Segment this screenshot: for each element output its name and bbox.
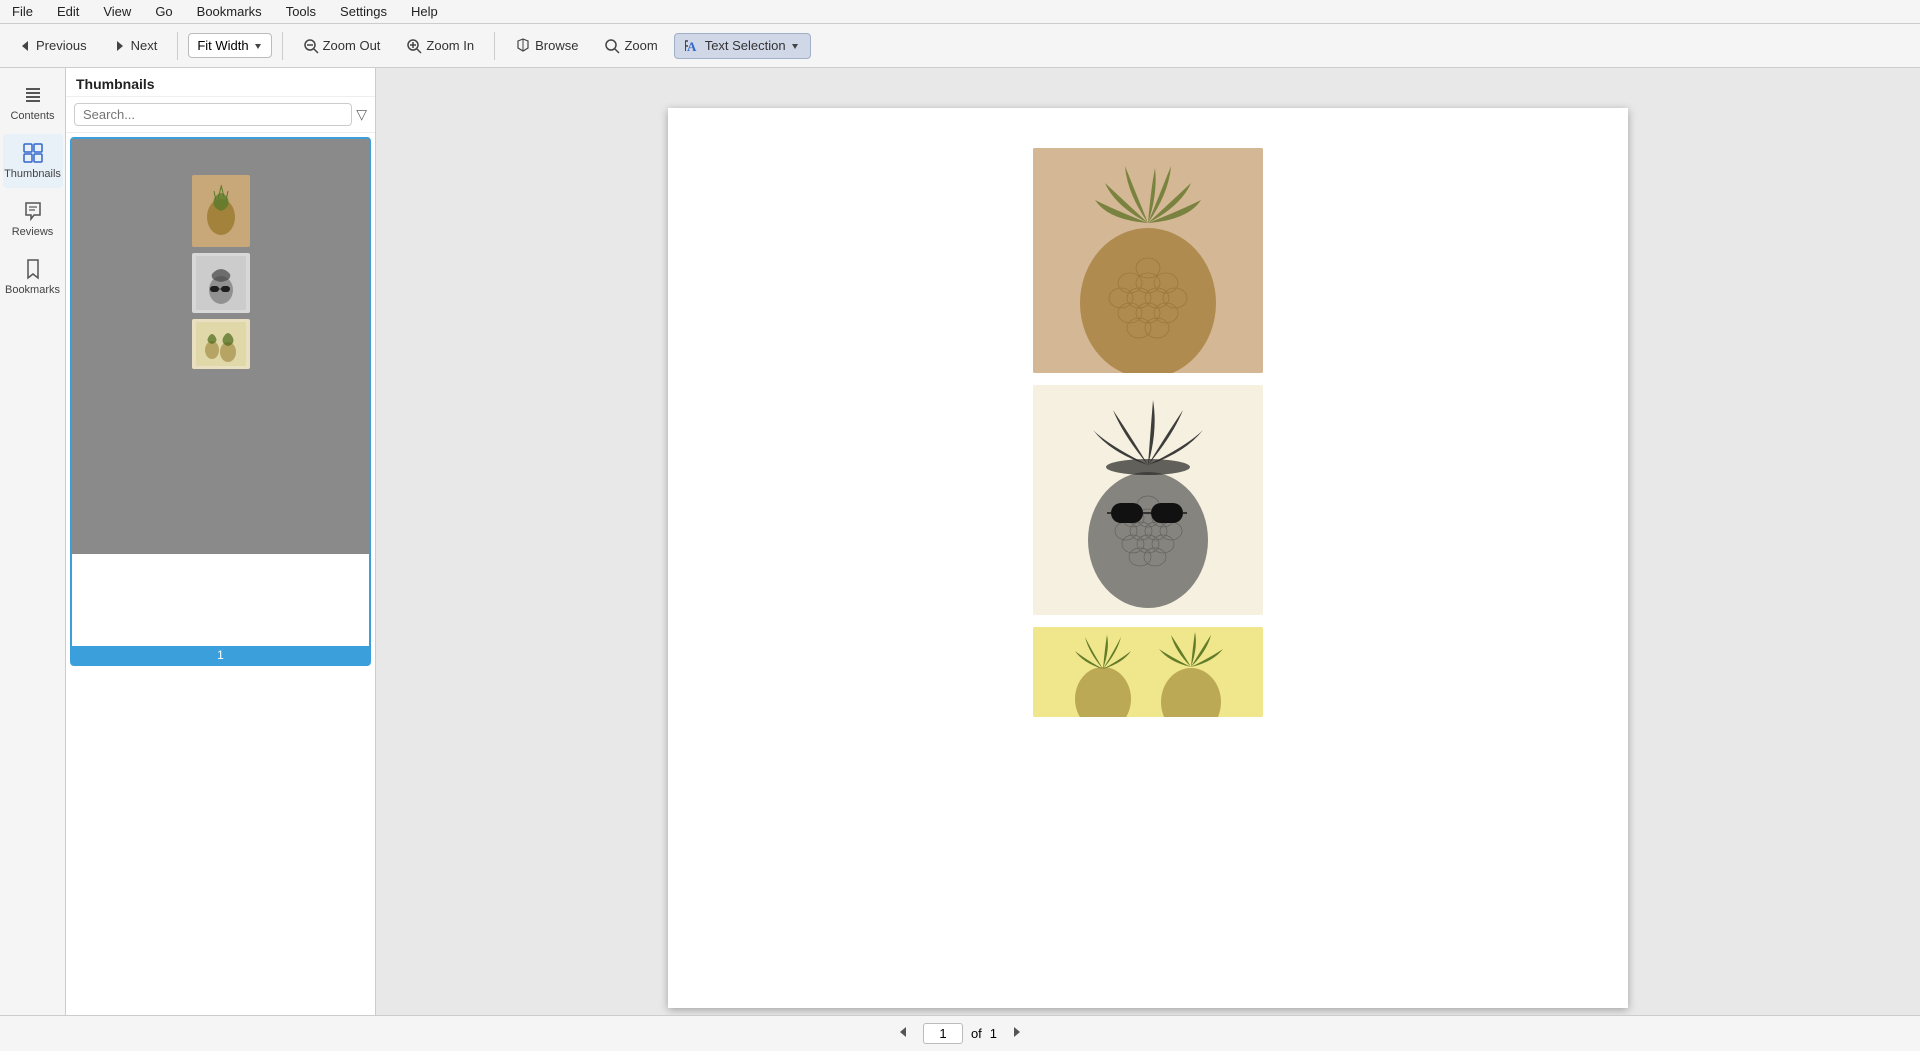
thumbnails-search-input[interactable] <box>74 103 352 126</box>
reviews-icon <box>22 200 44 222</box>
menu-bar: File Edit View Go Bookmarks Tools Settin… <box>0 0 1920 24</box>
text-selection-dropdown-icon <box>790 41 800 51</box>
page-canvas <box>668 108 1628 1008</box>
menu-tools[interactable]: Tools <box>282 2 320 21</box>
next-button[interactable]: Next <box>103 34 168 57</box>
sidebar-item-thumbnails[interactable]: Thumbnails <box>3 134 63 188</box>
zoom-in-button[interactable]: Zoom In <box>396 34 484 58</box>
zoom-button[interactable]: Zoom <box>594 34 667 58</box>
pineapple-images <box>1033 148 1263 725</box>
thumbnails-header: Thumbnails <box>66 68 375 97</box>
menu-settings[interactable]: Settings <box>336 2 391 21</box>
page-total-label: 1 <box>990 1026 997 1041</box>
filter-icon[interactable]: ▽ <box>356 106 367 123</box>
sidebar-item-contents[interactable]: Contents <box>3 76 63 130</box>
menu-view[interactable]: View <box>99 2 135 21</box>
pineapple-image-2 <box>1033 385 1263 615</box>
svg-text:A: A <box>687 39 697 54</box>
zoom-out-button[interactable]: Zoom Out <box>293 34 391 58</box>
thumb-preview-upper <box>72 139 369 554</box>
page-next-button[interactable] <box>1005 1023 1029 1045</box>
separator-2 <box>282 32 283 60</box>
page-number-input[interactable] <box>923 1023 963 1044</box>
zoom-out-icon <box>303 38 319 54</box>
sidebar-item-bookmarks[interactable]: Bookmarks <box>3 250 63 304</box>
pineapple-sunglasses-svg <box>1033 385 1263 615</box>
separator-3 <box>494 32 495 60</box>
bottom-nav: of 1 <box>0 1015 1920 1051</box>
thumb-page-number: 1 <box>72 646 369 664</box>
menu-help[interactable]: Help <box>407 2 442 21</box>
pineapple-top-svg <box>1033 148 1263 373</box>
separator-1 <box>177 32 178 60</box>
thumbnails-search-bar: ▽ <box>66 97 375 133</box>
thumbnails-icon <box>22 142 44 164</box>
zoom-in-icon <box>406 38 422 54</box>
fit-width-button[interactable]: Fit Width <box>188 33 271 58</box>
contents-icon <box>22 84 44 106</box>
page-prev-icon <box>897 1026 909 1038</box>
main-layout: Contents Thumbnails Reviews Bookmarks <box>0 68 1920 1051</box>
toolbar: Previous Next Fit Width Zoom Out Zoom In <box>0 24 1920 68</box>
thumbnails-panel: Thumbnails ▽ <box>66 68 376 1051</box>
thumbnails-list: 1 <box>66 133 375 1051</box>
thumb-pineapple-2 <box>196 256 246 310</box>
menu-go[interactable]: Go <box>151 2 176 21</box>
pineapple-small-svg <box>1033 627 1263 717</box>
next-icon <box>113 39 127 53</box>
thumb-pineapple-3 <box>196 322 246 366</box>
thumbnail-page-1[interactable]: 1 <box>70 137 371 666</box>
previous-button[interactable]: Previous <box>8 34 97 57</box>
page-of-label: of <box>971 1026 982 1041</box>
menu-file[interactable]: File <box>8 2 37 21</box>
main-content[interactable] <box>376 68 1920 1051</box>
browse-button[interactable]: Browse <box>505 34 588 58</box>
menu-bookmarks[interactable]: Bookmarks <box>193 2 266 21</box>
page-next-icon <box>1011 1026 1023 1038</box>
bookmarks-icon <box>22 258 44 280</box>
text-selection-button[interactable]: A Text Selection <box>674 33 811 59</box>
thumb-pineapple-1 <box>196 179 246 243</box>
page-prev-button[interactable] <box>891 1023 915 1045</box>
zoom-view-icon <box>604 38 620 54</box>
pineapple-image-3 <box>1033 627 1263 717</box>
dropdown-icon <box>253 41 263 51</box>
previous-icon <box>18 39 32 53</box>
menu-edit[interactable]: Edit <box>53 2 83 21</box>
browse-icon <box>515 38 531 54</box>
text-selection-icon: A <box>685 38 701 54</box>
sidebar-item-reviews[interactable]: Reviews <box>3 192 63 246</box>
sidebar-icons: Contents Thumbnails Reviews Bookmarks <box>0 68 66 1051</box>
pineapple-image-1 <box>1033 148 1263 373</box>
